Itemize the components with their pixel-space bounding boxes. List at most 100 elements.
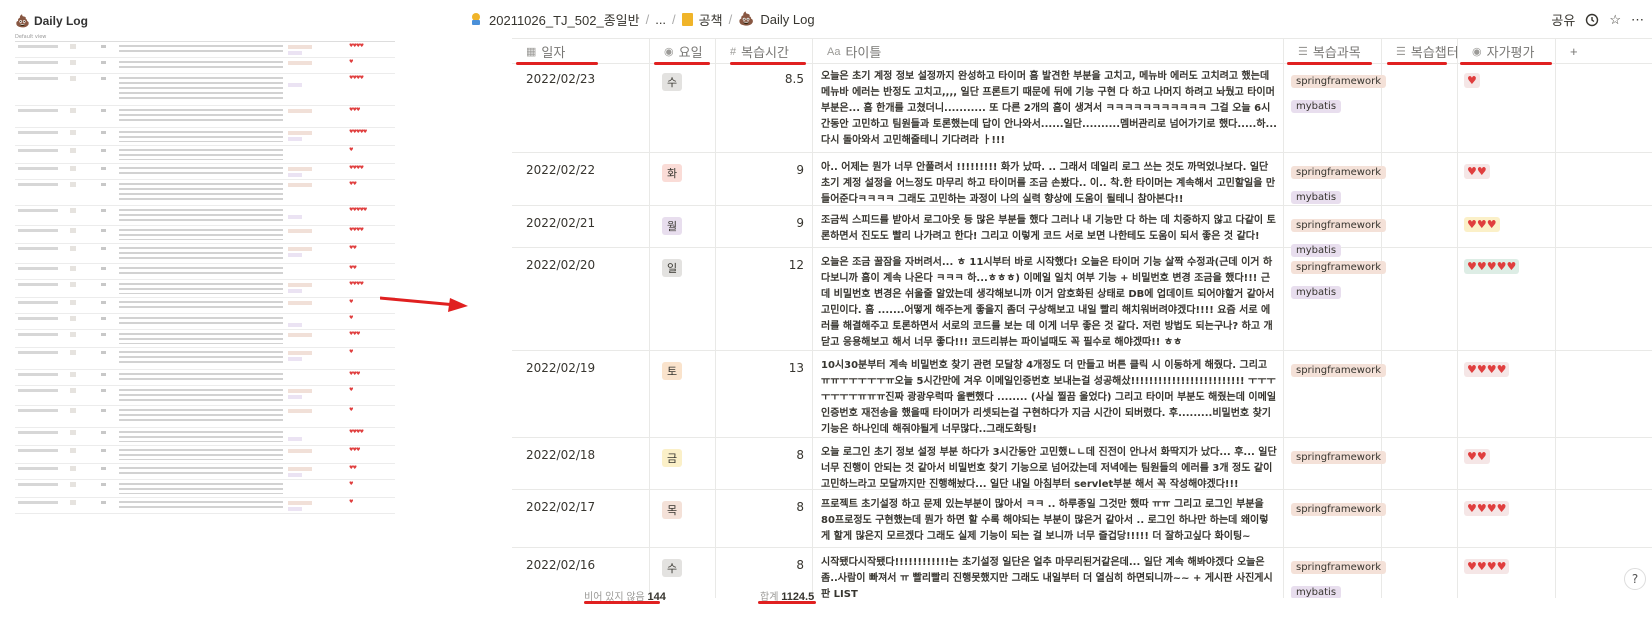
rating-cell[interactable]: ♥♥ (1458, 438, 1556, 489)
title-text: 오늘 로그인 초기 정보 설정 부분 하다가 3시간동안 고민했ㄴㄴ데 진전이 … (821, 447, 1277, 489)
list-icon: ☰ (1396, 46, 1406, 58)
thumbnail-view-label: Default view (15, 34, 395, 42)
subject-tag: springframework (1291, 261, 1386, 274)
breadcrumb-ellipsis[interactable]: ... (651, 12, 670, 27)
thumbnail-row: ♥ (15, 386, 395, 406)
table-row[interactable]: 2022/02/18 금 8 오늘 로그인 초기 정보 설정 부분 하다가 3시… (512, 438, 1652, 490)
title-text: 10시30분부터 계속 비밀번호 찾기 관련 모달창 4개정도 더 만들고 버튼… (821, 360, 1277, 435)
chapter-cell[interactable] (1382, 490, 1458, 547)
table-row[interactable]: 2022/02/22 화 9 아.. 어제는 뭔가 너무 안풀려서 !!!!!!… (512, 153, 1652, 206)
title-cell[interactable]: 오늘 로그인 초기 정보 설정 부분 하다가 3시간동안 고민했ㄴㄴ데 진전이 … (813, 438, 1284, 489)
thumbnail-date-placeholder (18, 167, 58, 170)
column-header-date[interactable]: ▦ 일자 (512, 39, 650, 64)
column-header-subject[interactable]: ☰ 복습과목 (1284, 39, 1382, 64)
day-cell[interactable]: 월 (650, 206, 716, 247)
thumbnail-text-placeholder (119, 483, 283, 494)
chapter-cell[interactable] (1382, 206, 1458, 247)
thumbnail-rating: ♥♥♥♥♥ (349, 207, 367, 213)
column-header-day[interactable]: ◉ 요일 (650, 39, 716, 64)
subject-cell[interactable]: springframeworkmybatis (1284, 206, 1386, 257)
rating-hearts: ♥♥♥♥ (1464, 362, 1510, 377)
table-row[interactable]: 2022/02/23 수 8.5 오늘은 초기 계정 정보 설정까지 완성하고 … (512, 62, 1652, 153)
thumbnail-tag (288, 333, 312, 337)
subject-cell[interactable]: springframeworkmybatis (1284, 248, 1386, 350)
date-cell[interactable]: 2022/02/21 (512, 206, 650, 247)
hours-cell[interactable]: 8 (716, 438, 813, 489)
help-button[interactable]: ? (1624, 568, 1646, 590)
day-badge: 화 (662, 164, 683, 182)
title-cell[interactable]: 프로젝트 초기설정 하고 문제 있는부분이 많아서 ㅋㅋ .. 하루종일 그것만… (813, 490, 1284, 547)
table-row[interactable]: 2022/02/19 토 13 10시30분부터 계속 비밀번호 찾기 관련 모… (512, 351, 1652, 438)
thumbnail-row: ♥ (15, 314, 395, 330)
subject-cell[interactable]: springframework (1284, 351, 1386, 437)
highlight-underline (584, 601, 660, 604)
thumbnail-rating: ♥ (349, 349, 354, 355)
thumbnail-row: ♥ (15, 298, 395, 314)
thumbnail-date-placeholder (18, 61, 58, 64)
chapter-cell[interactable] (1382, 248, 1458, 350)
day-cell[interactable]: 화 (650, 153, 716, 205)
hours-cell[interactable]: 12 (716, 248, 813, 350)
rating-cell[interactable]: ♥♥ (1458, 153, 1556, 205)
hours-cell[interactable]: 9 (716, 206, 813, 247)
hours-cell[interactable]: 8 (716, 490, 813, 547)
chapter-cell[interactable] (1382, 438, 1458, 489)
column-header-title[interactable]: Aa 타이틀 (813, 39, 1284, 64)
chapter-cell[interactable] (1382, 153, 1458, 205)
subject-tag: springframework (1291, 364, 1386, 377)
thumbnail-hours-placeholder (101, 333, 106, 336)
date-cell[interactable]: 2022/02/22 (512, 153, 650, 205)
table-row[interactable]: 2022/02/21 월 9 조금씩 스피드를 받아서 로그아웃 등 많은 부분… (512, 206, 1652, 257)
date-cell[interactable]: 2022/02/19 (512, 351, 650, 437)
hours-cell[interactable]: 13 (716, 351, 813, 437)
breadcrumb-folder[interactable]: 공책 (678, 10, 727, 29)
more-button[interactable]: ⋯ (1631, 12, 1644, 28)
clock-icon[interactable] (1585, 13, 1599, 27)
day-cell[interactable]: 목 (650, 490, 716, 547)
rating-cell[interactable]: ♥♥♥ (1458, 206, 1556, 247)
subject-tag: springframework (1291, 75, 1386, 88)
date-value: 2022/02/18 (526, 448, 596, 462)
title-cell[interactable]: 아.. 어제는 뭔가 너무 안풀려서 !!!!!!!!! 화가 났따. .. 그… (813, 153, 1284, 205)
column-header-hours[interactable]: # 복습시간 (716, 39, 813, 64)
hours-cell[interactable]: 9 (716, 153, 813, 205)
rating-cell[interactable]: ♥♥♥♥ (1458, 490, 1556, 547)
hours-cell[interactable]: 8.5 (716, 62, 813, 152)
day-cell[interactable]: 일 (650, 248, 716, 350)
title-cell[interactable]: 오늘은 초기 계정 정보 설정까지 완성하고 타이머 흠 발견한 부분을 고치고… (813, 62, 1284, 152)
thumbnail-tag (288, 173, 302, 177)
subject-cell[interactable]: springframework (1284, 490, 1386, 547)
column-header-chapter[interactable]: ☰ 복습챕터 (1382, 39, 1459, 64)
add-column-button[interactable]: + (1556, 39, 1596, 64)
subject-cell[interactable]: springframeworkmybatis (1284, 62, 1386, 152)
title-cell[interactable]: 10시30분부터 계속 비밀번호 찾기 관련 모달창 4개정도 더 만들고 버튼… (813, 351, 1284, 437)
day-cell[interactable]: 금 (650, 438, 716, 489)
title-cell[interactable]: 조금씩 스피드를 받아서 로그아웃 등 많은 부분들 했다 그러나 내 기능만 … (813, 206, 1284, 247)
date-cell[interactable]: 2022/02/20 (512, 248, 650, 350)
day-cell[interactable]: 수 (650, 62, 716, 152)
table-row[interactable]: 2022/02/17 목 8 프로젝트 초기설정 하고 문제 있는부분이 많아서… (512, 490, 1652, 548)
thumbnail-date-placeholder (18, 501, 58, 504)
thumbnail-tag (288, 395, 302, 399)
breadcrumb-page[interactable]: 💩 Daily Log (734, 11, 818, 27)
date-cell[interactable]: 2022/02/23 (512, 62, 650, 152)
thumbnail-hours-placeholder (101, 409, 106, 412)
chapter-cell[interactable] (1382, 351, 1458, 437)
thumbnail-tag (288, 253, 302, 257)
subject-cell[interactable]: springframeworkmybatis (1284, 153, 1386, 205)
table-row[interactable]: 2022/02/20 일 12 오늘은 조금 꿀잠을 자버려서... ㅎ 11시… (512, 248, 1652, 351)
star-icon[interactable]: ☆ (1609, 12, 1621, 28)
breadcrumb-workspace[interactable]: 20211026_TJ_502_종일반 (465, 10, 644, 29)
date-cell[interactable]: 2022/02/17 (512, 490, 650, 547)
thumbnail-row: ♥♥♥♥ (15, 74, 395, 106)
rating-cell[interactable]: ♥♥♥♥♥ (1458, 248, 1556, 350)
subject-cell[interactable]: springframework (1284, 438, 1386, 489)
rating-cell[interactable]: ♥♥♥♥ (1458, 351, 1556, 437)
column-header-rating[interactable]: ◉ 자가평가 (1458, 39, 1556, 64)
rating-cell[interactable]: ♥ (1458, 62, 1556, 152)
chapter-cell[interactable] (1382, 62, 1458, 152)
day-cell[interactable]: 토 (650, 351, 716, 437)
share-button[interactable]: 공유 (1551, 10, 1575, 29)
date-cell[interactable]: 2022/02/18 (512, 438, 650, 489)
title-cell[interactable]: 오늘은 조금 꿀잠을 자버려서... ㅎ 11시부터 바로 시작했다! 오늘은 … (813, 248, 1284, 350)
